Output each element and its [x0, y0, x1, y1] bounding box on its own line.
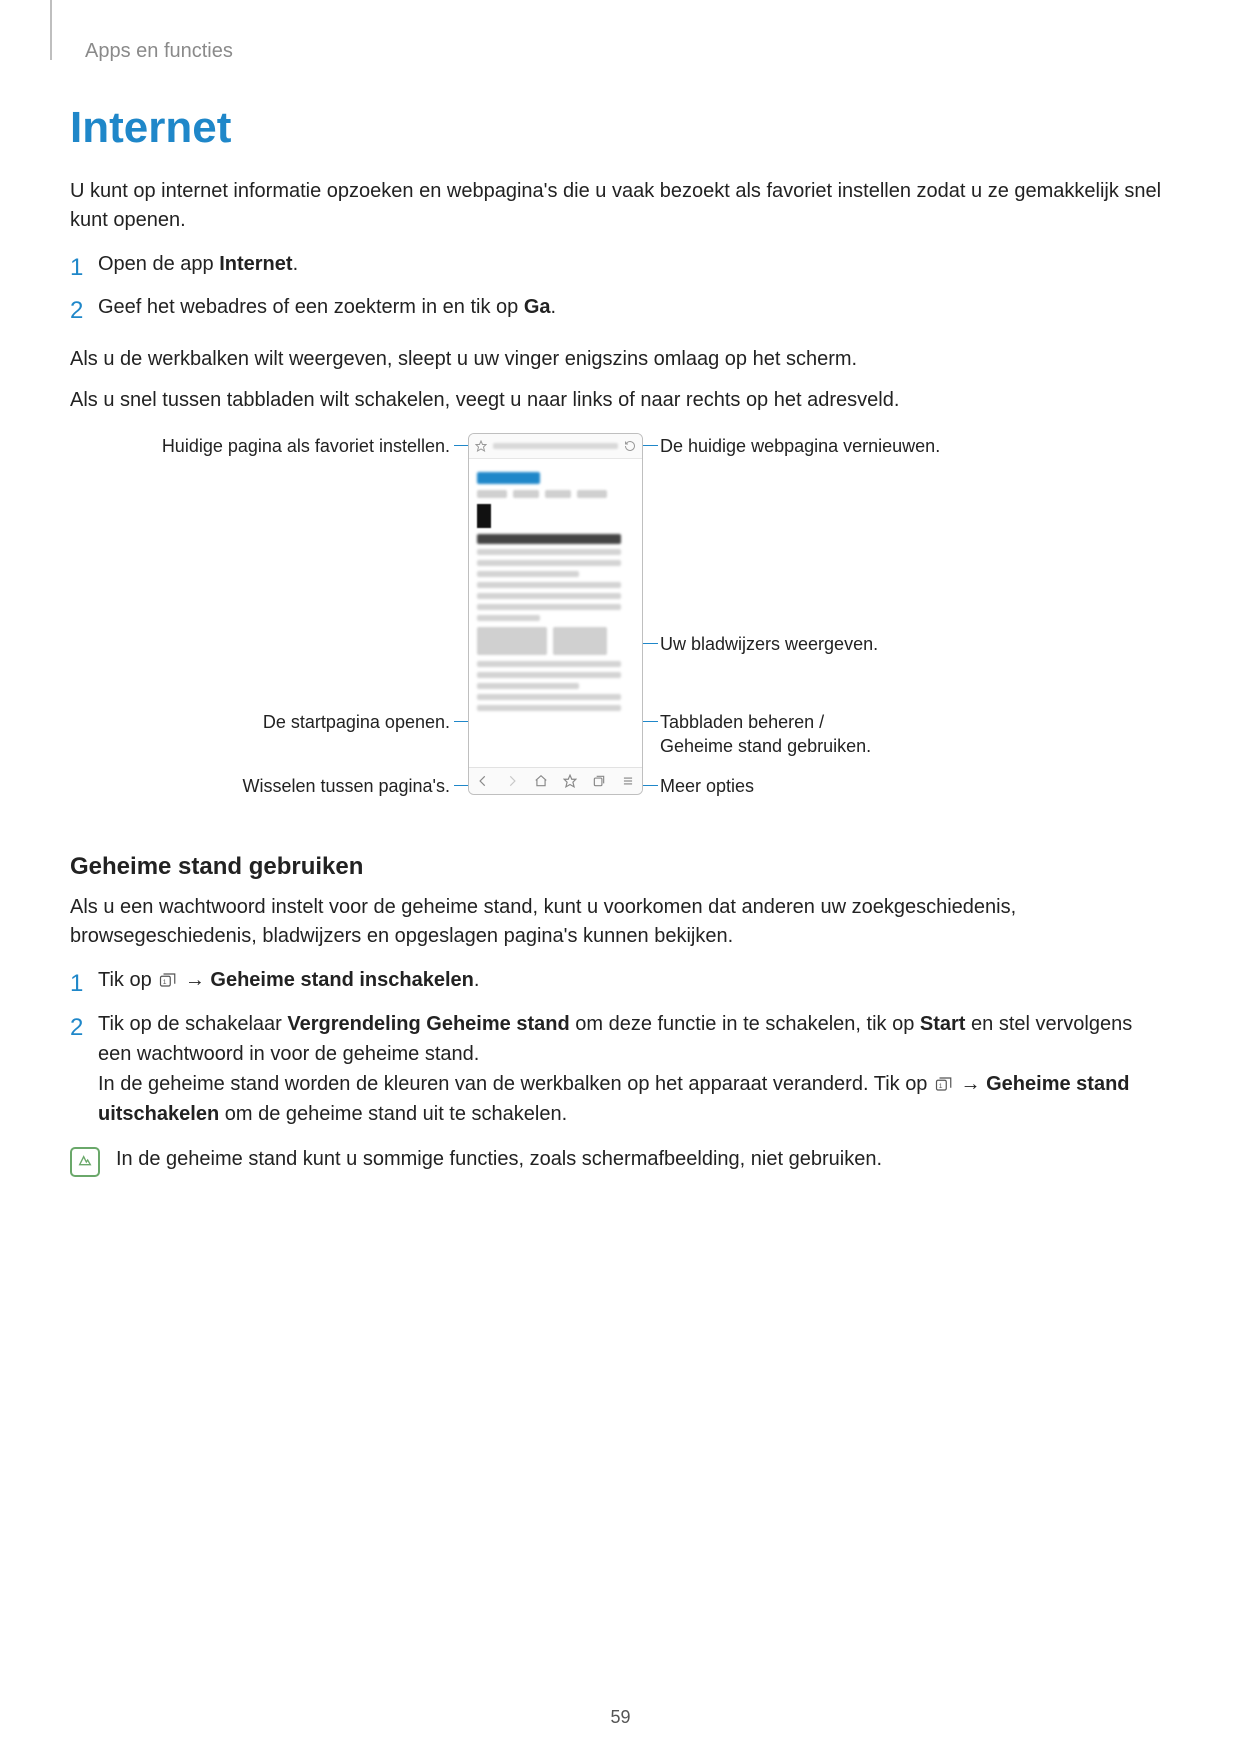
- step-text: Geef het webadres of een zoekterm in en …: [98, 292, 1171, 329]
- secret-intro-paragraph: Als u een wachtwoord instelt voor de geh…: [70, 893, 1171, 951]
- list-item: 2 Tik op de schakelaar Vergrendeling Geh…: [70, 1009, 1171, 1129]
- list-item: 1 Tik op 1 → Geheime stand inschakelen.: [70, 965, 1171, 1002]
- switch-name: Vergrendeling Geheime stand: [287, 1013, 569, 1035]
- page-title: Internet: [70, 103, 1171, 153]
- text-fragment: Geef het webadres of een zoekterm in en …: [98, 296, 524, 318]
- forward-icon: [505, 774, 519, 788]
- list-item: 1 Open de app Internet.: [70, 249, 1171, 286]
- step-number: 1: [70, 249, 98, 286]
- text-fragment: Tik op de schakelaar: [98, 1013, 287, 1035]
- paragraph-tabs: Als u snel tussen tabbladen wilt schakel…: [70, 386, 1171, 415]
- note-icon: [70, 1147, 100, 1177]
- arrow-text: →: [955, 1073, 986, 1095]
- svg-text:1: 1: [163, 979, 167, 986]
- side-rule: [50, 0, 52, 60]
- intro-paragraph: U kunt op internet informatie opzoeken e…: [70, 177, 1171, 235]
- step-number: 2: [70, 292, 98, 329]
- steps-list-2: 1 Tik op 1 → Geheime stand inschakelen. …: [70, 965, 1171, 1128]
- text-fragment: In de geheime stand worden de kleuren va…: [98, 1073, 933, 1095]
- text-fragment: .: [551, 296, 557, 318]
- home-icon: [534, 774, 548, 788]
- text-fragment: om de geheime stand uit te schakelen.: [219, 1103, 567, 1125]
- browser-toolbar: [469, 767, 642, 794]
- callout-refresh: De huidige webpagina vernieuwen.: [660, 435, 1090, 458]
- step-number: 1: [70, 965, 98, 1002]
- address-bar: [469, 434, 642, 459]
- app-name: Internet: [219, 253, 292, 275]
- tabs-icon: 1: [935, 1071, 953, 1087]
- callout-more: Meer opties: [660, 775, 1090, 798]
- paragraph-toolbar: Als u de werkbalken wilt weergeven, slee…: [70, 345, 1171, 374]
- callout-bookmarks: Uw bladwijzers weergeven.: [660, 633, 1090, 656]
- step-text: Open de app Internet.: [98, 249, 1171, 286]
- callout-home: De startpagina openen.: [70, 711, 450, 734]
- back-icon: [476, 774, 490, 788]
- list-item: 2 Geef het webadres of een zoekterm in e…: [70, 292, 1171, 329]
- text-fragment: .: [474, 969, 480, 991]
- phone-mock: [468, 433, 643, 795]
- star-icon: [475, 440, 487, 452]
- page-number: 59: [0, 1707, 1241, 1728]
- tabs-icon: [592, 774, 606, 788]
- step-number: 2: [70, 1009, 98, 1046]
- text-fragment: Tik op: [98, 969, 157, 991]
- button-name: Start: [920, 1013, 966, 1035]
- step-text: Tik op 1 → Geheime stand inschakelen.: [98, 965, 1171, 995]
- callout-favorite: Huidige pagina als favoriet instellen.: [70, 435, 450, 458]
- callout-tabs: Tabbladen beheren / Geheime stand gebrui…: [660, 711, 1090, 758]
- bookmark-icon: [563, 774, 577, 788]
- url-placeholder: [493, 443, 618, 449]
- secret-mode-heading: Geheime stand gebruiken: [70, 853, 1171, 881]
- breadcrumb: Apps en functies: [85, 40, 1171, 63]
- step-text: Tik op de schakelaar Vergrendeling Gehei…: [98, 1009, 1171, 1129]
- text-fragment: .: [293, 253, 299, 275]
- text-fragment: om deze functie in te schakelen, tik op: [570, 1013, 920, 1035]
- menu-item-name: Geheime stand inschakelen: [210, 969, 473, 991]
- callout-nav: Wisselen tussen pagina's.: [70, 775, 450, 798]
- menu-icon: [621, 774, 635, 788]
- refresh-icon: [624, 440, 636, 452]
- arrow-text: →: [179, 969, 210, 991]
- figure: Huidige pagina als favoriet instellen. D…: [70, 433, 1171, 823]
- steps-list-1: 1 Open de app Internet. 2 Geef het webad…: [70, 249, 1171, 329]
- tabs-icon: 1: [159, 967, 177, 983]
- svg-text:1: 1: [939, 1082, 943, 1089]
- page: Apps en functies Internet U kunt op inte…: [0, 0, 1241, 1754]
- note: In de geheime stand kunt u sommige funct…: [70, 1145, 1171, 1177]
- action-name: Ga: [524, 296, 551, 318]
- note-text: In de geheime stand kunt u sommige funct…: [116, 1145, 882, 1174]
- text-fragment: Open de app: [98, 253, 219, 275]
- page-content-blur: [469, 459, 642, 724]
